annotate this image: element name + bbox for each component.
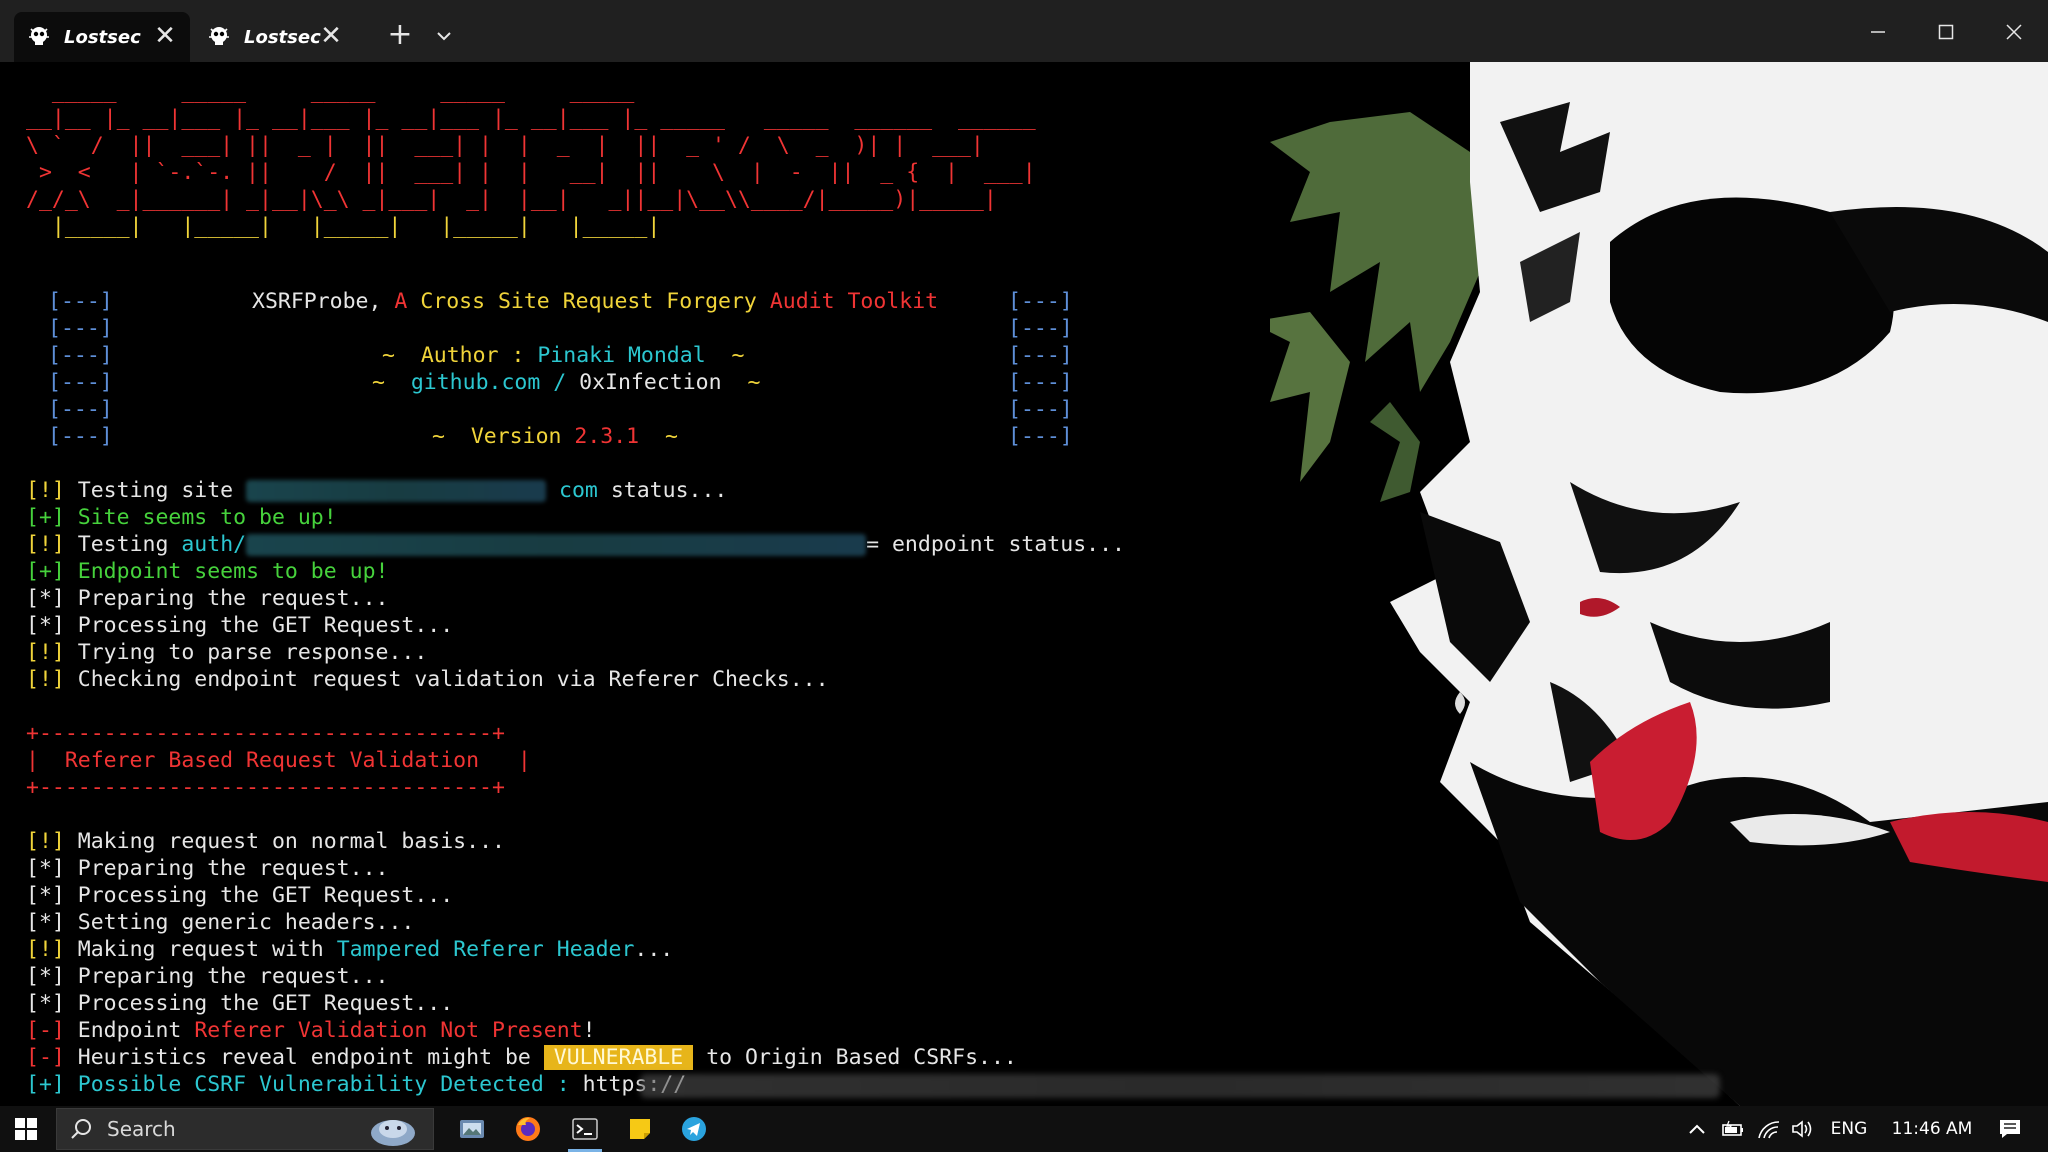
close-window-button[interactable] [1996, 14, 2032, 50]
tab-close-button[interactable]: ✕ [152, 23, 178, 50]
wifi-icon [1758, 1121, 1780, 1139]
tray-language[interactable]: ENG [1826, 1106, 1872, 1152]
skull-icon [26, 24, 52, 50]
tab-lostsec-active[interactable]: Lostsec ✕ [14, 12, 190, 62]
search-icon [71, 1119, 91, 1139]
banner-line: __|__ |_ __|___ |_ __|___ |_ __|___ |_ _… [26, 106, 1036, 131]
start-button[interactable] [0, 1106, 52, 1152]
banner-line: _____ _____ _____ _____ _____ [26, 79, 635, 104]
taskbar-photos[interactable] [450, 1106, 494, 1152]
skull-icon [206, 24, 232, 50]
maximize-button[interactable] [1928, 14, 1964, 50]
banner-title: XSRFProbe, A Cross Site Request Forgery … [252, 289, 939, 314]
box-marker-right: [---] [1008, 316, 1073, 341]
log-line: [*] Preparing the request... [26, 856, 389, 881]
windows-icon [15, 1118, 37, 1140]
language-indicator: ENG [1830, 1119, 1868, 1139]
tab-lostsec[interactable]: Lostsec ✕ [194, 12, 356, 62]
log-line: [!] Testing site com status... [26, 478, 728, 503]
banner-line: \ ` / || ___| || _ | || ___| | | _ | || … [26, 133, 984, 158]
log-line: [+] Endpoint seems to be up! [26, 559, 389, 584]
banner-github: ~ github.com / 0xInfection ~ [372, 370, 761, 395]
title-bar: Lostsec ✕ Lostsec ✕ + [0, 0, 2048, 62]
maximize-icon [1938, 24, 1954, 40]
log-line: [!] Trying to parse response... [26, 640, 428, 665]
box-marker-left: [---] [48, 343, 113, 368]
tray-clock[interactable]: 11:46 AM [1880, 1106, 1984, 1152]
log-line: [+] Site seems to be up! [26, 505, 337, 530]
redacted-url [640, 1074, 1720, 1098]
box-marker-right: [---] [1008, 289, 1073, 314]
section-rule: +-----------------------------------+ [26, 721, 505, 746]
vulnerable-badge: VULNERABLE [543, 1045, 694, 1070]
box-marker-right: [---] [1008, 397, 1073, 422]
tray-network[interactable] [1754, 1106, 1784, 1152]
close-icon [2006, 24, 2022, 40]
tray-overflow[interactable] [1682, 1106, 1712, 1152]
firefox-icon [516, 1117, 540, 1141]
log-line: [!] Testing auth/= endpoint status... [26, 532, 1125, 557]
log-line: [!] Making request with Tampered Referer… [26, 937, 674, 962]
taskbar-sticky-notes[interactable] [618, 1106, 662, 1152]
log-line: [*] Processing the GET Request... [26, 991, 454, 1016]
box-marker-left: [---] [48, 397, 113, 422]
log-line: [-] Endpoint Referer Validation Not Pres… [26, 1018, 596, 1043]
box-marker-right: [---] [1008, 343, 1073, 368]
log-line: [!] Checking endpoint request validation… [26, 667, 829, 692]
tray-volume[interactable] [1788, 1106, 1818, 1152]
redacted-site [246, 480, 547, 502]
clock-time: 11:46 AM [1891, 1119, 1973, 1139]
log-line: [*] Preparing the request... [26, 964, 389, 989]
taskbar-search[interactable]: Search [56, 1108, 434, 1150]
taskbar-terminal[interactable] [560, 1106, 610, 1152]
box-marker-right: [---] [1008, 424, 1073, 449]
taskbar: Search ENG 11:46 AM [0, 1106, 2048, 1152]
tab-label: Lostsec [244, 26, 321, 48]
search-placeholder: Search [107, 1117, 176, 1141]
photos-icon [460, 1120, 484, 1138]
banner-author: ~ Author : Pinaki Mondal ~ [382, 343, 745, 368]
new-tab-button[interactable]: + [386, 20, 414, 52]
banner-version: ~ Version 2.3.1 ~ [432, 424, 678, 449]
box-marker-right: [---] [1008, 370, 1073, 395]
battery-icon [1722, 1120, 1743, 1136]
log-line: [*] Processing the GET Request... [26, 613, 454, 638]
banner-line: > < | `-.`-. || / || ___| | | __| || \ |… [26, 160, 1036, 185]
volume-icon [1792, 1120, 1812, 1138]
telegram-icon [682, 1117, 706, 1141]
box-marker-left: [---] [48, 424, 113, 449]
minimize-button[interactable] [1860, 14, 1896, 50]
search-highlight-icon [371, 1120, 415, 1146]
action-center-button[interactable] [1990, 1106, 2030, 1152]
chevron-up-icon [1689, 1124, 1705, 1134]
tab-close-button[interactable]: ✕ [318, 23, 344, 50]
chevron-down-icon[interactable] [432, 24, 456, 48]
section-title: | Referer Based Request Validation | [26, 748, 531, 773]
log-line: [*] Preparing the request... [26, 586, 389, 611]
joker-background-art [1270, 62, 2048, 1106]
log-line: [-] Heuristics reveal endpoint might be … [26, 1045, 1017, 1070]
log-line: [*] Processing the GET Request... [26, 883, 454, 908]
log-line: [!] Making request on normal basis... [26, 829, 505, 854]
box-marker-left: [---] [48, 289, 113, 314]
box-marker-left: [---] [48, 370, 113, 395]
banner-line: |_____| |_____| |_____| |_____| |_____| [26, 214, 661, 239]
log-line: [*] Setting generic headers... [26, 910, 415, 935]
section-rule: +-----------------------------------+ [26, 775, 505, 800]
tray-battery[interactable] [1718, 1106, 1748, 1152]
terminal-icon [572, 1118, 598, 1140]
log-line: [+] Possible CSRF Vulnerability Detected… [26, 1072, 687, 1097]
taskbar-telegram[interactable] [672, 1106, 716, 1152]
redacted-endpoint [246, 534, 867, 556]
taskbar-firefox[interactable] [506, 1106, 550, 1152]
terminal-pane[interactable]: _____ _____ _____ _____ _____ __|__ |_ _… [0, 62, 2048, 1106]
box-marker-left: [---] [48, 316, 113, 341]
notification-icon [2000, 1120, 2020, 1138]
minimize-icon [1871, 31, 1885, 33]
tab-label: Lostsec [64, 26, 141, 48]
banner-line: /_/_\ _|______| _|__|\_\ _|___| _| |__| … [26, 187, 997, 212]
sticky-notes-icon [630, 1119, 650, 1139]
